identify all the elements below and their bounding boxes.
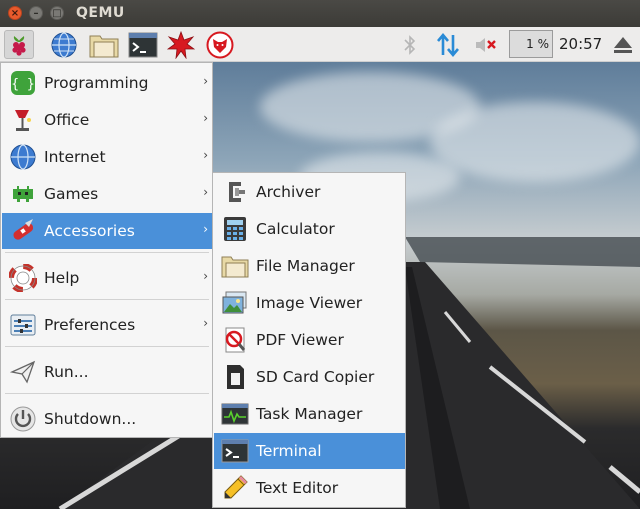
submenu-item-text-editor[interactable]: Text Editor	[214, 470, 405, 506]
submenu-item-image-viewer[interactable]: Image Viewer	[214, 285, 405, 321]
file-manager-icon	[219, 250, 251, 282]
submenu-item-label: Image Viewer	[256, 294, 363, 312]
games-icon	[7, 178, 39, 210]
mathematica-launcher[interactable]	[166, 30, 196, 59]
menu-item-label: Accessories	[44, 222, 135, 240]
network-transfer-icon	[437, 32, 459, 57]
svg-text:{ }: { }	[11, 77, 34, 92]
submenu-item-label: Calculator	[256, 220, 335, 238]
window-titlebar: × – □ QEMU	[0, 0, 640, 27]
menu-item-label: Shutdown...	[44, 410, 137, 428]
window-title: QEMU	[76, 5, 125, 21]
cpu-usage-monitor[interactable]: 1 %	[509, 30, 553, 58]
bluetooth-icon	[404, 34, 416, 55]
mathematica-icon	[167, 30, 195, 59]
internet-icon	[7, 141, 39, 173]
wolfram-icon	[206, 31, 234, 58]
wolfram-launcher[interactable]	[205, 30, 235, 59]
help-icon	[7, 262, 39, 294]
raspberry-menu-icon	[12, 35, 26, 56]
submenu-item-calculator[interactable]: Calculator	[214, 211, 405, 247]
chevron-right-icon: ›	[203, 185, 208, 199]
volume-button[interactable]	[471, 30, 501, 59]
run-icon	[7, 356, 39, 388]
raspberry-menu-button[interactable]	[4, 30, 34, 59]
menu-separator	[5, 346, 209, 347]
application-menu: { } Programming › Office › Internet › Ga…	[0, 62, 213, 438]
taskbar-panel: 1 % 20:57	[0, 27, 640, 62]
terminal-icon	[128, 32, 158, 57]
submenu-item-label: Archiver	[256, 183, 321, 201]
archiver-icon	[219, 176, 251, 208]
menu-item-label: Preferences	[44, 316, 136, 334]
eject-button[interactable]	[608, 30, 638, 59]
window-minimize-button[interactable]: –	[29, 6, 43, 20]
file-manager-icon	[89, 35, 119, 57]
clock[interactable]: 20:57	[559, 35, 602, 53]
sd-card-copier-icon	[219, 361, 251, 393]
window-maximize-button[interactable]: □	[50, 6, 64, 20]
submenu-item-label: Terminal	[256, 442, 322, 460]
bluetooth-button[interactable]	[395, 30, 425, 59]
chevron-right-icon: ›	[203, 222, 208, 236]
volume-muted-icon	[476, 37, 496, 52]
submenu-item-label: SD Card Copier	[256, 368, 375, 386]
menu-item-label: Help	[44, 269, 80, 287]
image-viewer-icon	[219, 287, 251, 319]
menu-item-label: Run...	[44, 363, 89, 381]
web-browser-icon	[51, 31, 77, 58]
submenu-item-task-manager[interactable]: Task Manager	[214, 396, 405, 432]
web-browser-launcher[interactable]	[49, 30, 79, 59]
submenu-item-terminal[interactable]: Terminal	[214, 433, 405, 469]
menu-item-shutdown[interactable]: Shutdown...	[2, 401, 212, 437]
accessories-submenu: Archiver Calculator File Manager Image V…	[212, 172, 406, 508]
text-editor-icon	[219, 472, 251, 504]
terminal-launcher[interactable]	[128, 30, 158, 59]
menu-item-internet[interactable]: Internet ›	[2, 139, 212, 175]
submenu-item-archiver[interactable]: Archiver	[214, 174, 405, 210]
menu-item-games[interactable]: Games ›	[2, 176, 212, 212]
menu-item-accessories[interactable]: Accessories ›	[2, 213, 212, 249]
menu-item-preferences[interactable]: Preferences ›	[2, 307, 212, 343]
menu-item-office[interactable]: Office ›	[2, 102, 212, 138]
window-close-button[interactable]: ×	[8, 6, 22, 20]
submenu-item-file-manager[interactable]: File Manager	[214, 248, 405, 284]
menu-item-label: Office	[44, 111, 90, 129]
menu-item-run[interactable]: Run...	[2, 354, 212, 390]
menu-item-help[interactable]: Help ›	[2, 260, 212, 296]
chevron-right-icon: ›	[203, 148, 208, 162]
file-manager-launcher[interactable]	[89, 30, 119, 59]
chevron-right-icon: ›	[203, 74, 208, 88]
terminal-icon	[219, 435, 251, 467]
task-manager-icon	[219, 398, 251, 430]
menu-item-label: Games	[44, 185, 99, 203]
calculator-icon	[219, 213, 251, 245]
office-icon	[7, 104, 39, 136]
pdf-viewer-icon	[219, 324, 251, 356]
menu-item-programming[interactable]: { } Programming ›	[2, 65, 212, 101]
submenu-item-label: Task Manager	[256, 405, 363, 423]
submenu-item-sd-card-copier[interactable]: SD Card Copier	[214, 359, 405, 395]
menu-separator	[5, 393, 209, 394]
submenu-item-pdf-viewer[interactable]: PDF Viewer	[214, 322, 405, 358]
menu-item-label: Programming	[44, 74, 149, 92]
chevron-right-icon: ›	[203, 269, 208, 283]
menu-separator	[5, 299, 209, 300]
submenu-item-label: PDF Viewer	[256, 331, 344, 349]
shutdown-icon	[7, 403, 39, 435]
network-button[interactable]	[433, 30, 463, 59]
menu-item-label: Internet	[44, 148, 106, 166]
preferences-icon	[7, 309, 39, 341]
submenu-item-label: File Manager	[256, 257, 355, 275]
chevron-right-icon: ›	[203, 316, 208, 330]
eject-icon	[614, 36, 632, 53]
programming-icon: { }	[7, 67, 39, 99]
accessories-icon	[7, 215, 39, 247]
chevron-right-icon: ›	[203, 111, 208, 125]
submenu-item-label: Text Editor	[256, 479, 339, 497]
menu-separator	[5, 252, 209, 253]
